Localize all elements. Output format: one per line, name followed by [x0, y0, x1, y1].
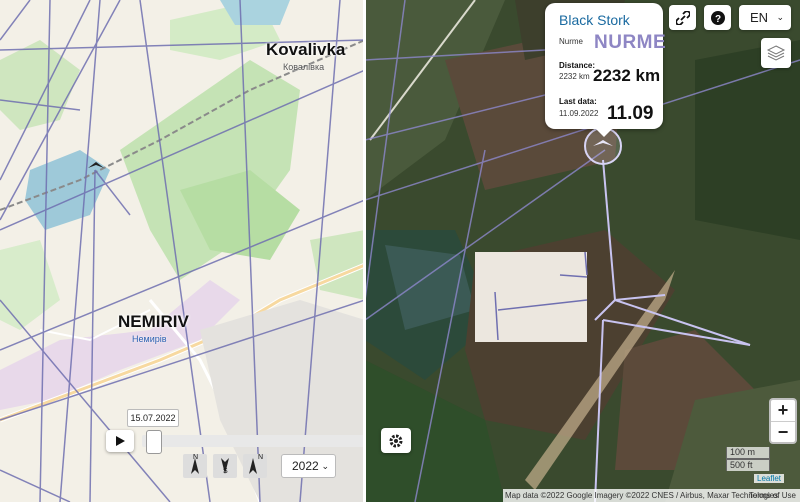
- play-icon: [116, 436, 125, 446]
- year-select-value: 2022: [292, 459, 319, 473]
- svg-text:?: ?: [714, 14, 720, 25]
- chevron-down-icon: ⌄: [776, 12, 784, 22]
- attribution-text: Map data ©2022 Google Imagery ©2022 CNES…: [505, 491, 779, 500]
- timeline-date-tooltip: 15.07.2022: [127, 409, 179, 427]
- popup-last-data-label: Last data:: [559, 97, 597, 106]
- link-icon: [675, 10, 690, 25]
- popup-species: Black Stork: [559, 12, 630, 28]
- street-map-panel[interactable]: Kovalivka Ковалівка NEMIRIV Немирів 15.0…: [0, 0, 365, 502]
- bird-info-popup: Black Stork Nurme NURME Distance: 2232 k…: [545, 3, 667, 137]
- terms-link[interactable]: Terms of Use: [749, 489, 796, 502]
- compass-button-south[interactable]: S: [213, 454, 237, 478]
- language-value: EN: [750, 10, 769, 25]
- play-button[interactable]: [106, 430, 134, 452]
- help-button[interactable]: ?: [704, 5, 731, 30]
- compass-button-rotate[interactable]: N: [243, 454, 267, 478]
- place-label-nemiriv: NEMIRIV: [118, 312, 189, 331]
- share-link-button[interactable]: [669, 5, 696, 30]
- chevron-down-icon: ⌄: [321, 460, 329, 471]
- settings-button[interactable]: [381, 428, 411, 453]
- zoom-control: + −: [769, 398, 797, 444]
- scale-feet: 500 ft: [726, 459, 770, 471]
- rotate-arrow-icon: [249, 458, 257, 474]
- gear-icon: [389, 434, 403, 447]
- popup-distance-label: Distance:: [559, 61, 596, 70]
- leaflet-link[interactable]: Leaflet: [754, 474, 785, 483]
- migration-tracks-left: [0, 0, 365, 502]
- place-label-nemiriv-local: Немирів: [132, 334, 167, 344]
- timeline[interactable]: [106, 430, 364, 454]
- popup-name-value: NURME: [594, 32, 667, 53]
- map-split-divider[interactable]: [363, 0, 366, 502]
- question-icon: ?: [710, 10, 725, 25]
- layers-icon: [766, 45, 786, 61]
- layers-button[interactable]: [761, 38, 791, 68]
- popup-last-data-value: 11.09: [607, 103, 654, 124]
- popup-last-data-date: 11.09.2022: [559, 109, 599, 118]
- place-label-kovalivka: Kovalivka: [266, 40, 346, 59]
- year-select[interactable]: 2022 ⌄: [281, 454, 336, 478]
- popup-name-label: Nurme: [559, 37, 584, 46]
- place-label-kovalivka-local: Ковалівка: [283, 62, 325, 72]
- zoom-in-button[interactable]: +: [771, 400, 795, 422]
- zoom-out-button[interactable]: −: [771, 422, 795, 443]
- scale-meters: 100 m: [726, 447, 770, 459]
- popup-distance-small: 2232 km: [559, 72, 590, 81]
- language-select[interactable]: EN ⌄: [739, 5, 791, 30]
- timeline-track[interactable]: [142, 430, 364, 454]
- timeline-handle[interactable]: [146, 430, 162, 454]
- popup-distance-value: 2232 km: [593, 66, 661, 85]
- compass-button-north[interactable]: N: [183, 454, 207, 478]
- map-attribution: Map data ©2022 Google Imagery ©2022 CNES…: [503, 489, 800, 502]
